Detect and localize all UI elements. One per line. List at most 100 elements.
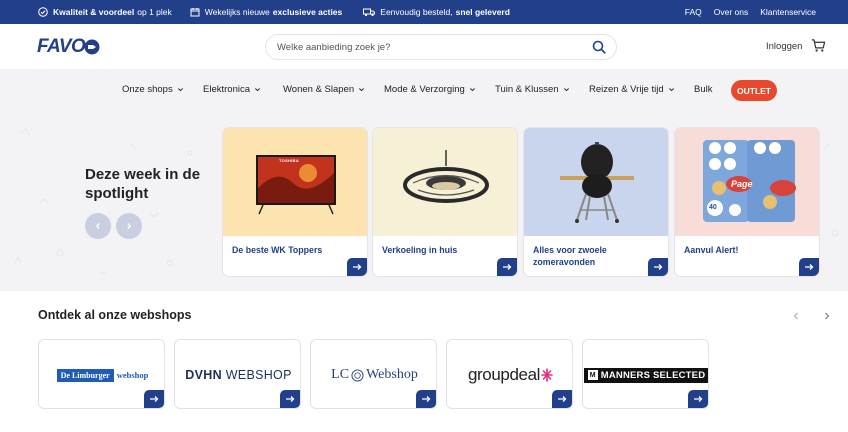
arrow-right-icon <box>353 264 362 270</box>
page-count-text: 40 <box>709 204 717 211</box>
header: FAVO Inloggen <box>0 24 848 69</box>
logo-part: Webshop <box>366 367 418 382</box>
spotlight-prev-button[interactable] <box>85 213 111 239</box>
logo-tag-icon <box>84 39 100 55</box>
nav-item-label: Wonen & Slapen <box>283 84 355 95</box>
nav-item-wonen-slapen[interactable]: Wonen & Slapen <box>283 84 365 95</box>
check-circle-icon <box>38 7 48 17</box>
webshop-arrow-button[interactable] <box>280 390 300 408</box>
chevron-down-icon <box>359 88 365 92</box>
logo-part: MANNERS SELECTED <box>600 369 706 381</box>
favo-logo[interactable]: FAVO <box>37 36 100 57</box>
nav-item-label: Reizen & Vrije tijd <box>589 84 664 95</box>
usp-quality-bold: Kwaliteit & voordeel <box>53 7 135 17</box>
seal-icon <box>351 368 364 382</box>
chevron-down-icon <box>254 88 261 92</box>
page-brand-text: Page <box>731 179 753 189</box>
spotlight-card-zomeravonden[interactable]: Alles voor zwoele zomeravonden <box>523 127 669 277</box>
faq-link[interactable]: FAQ <box>685 7 702 17</box>
nav-item-mode-verzorging[interactable]: Mode & Verzorging <box>384 84 476 95</box>
logo-part: De Limburger <box>56 368 114 382</box>
nav-item-bulk[interactable]: Bulk <box>694 84 712 95</box>
logo-part: LC <box>331 367 350 382</box>
search-bar <box>265 34 617 60</box>
arrow-right-icon <box>286 396 295 402</box>
webshop-arrow-button[interactable] <box>416 390 436 408</box>
webshop-arrow-button[interactable] <box>552 390 572 408</box>
cart-icon[interactable] <box>811 38 826 53</box>
manners-selected-logo: M MANNERS SELECTED <box>583 367 708 383</box>
card-arrow-button[interactable] <box>799 258 819 276</box>
groupdeal-logo: groupdeal <box>468 365 553 385</box>
webshop-arrow-button[interactable] <box>144 390 164 408</box>
over-ons-link[interactable]: Over ons <box>714 7 749 17</box>
nav-item-label: Elektronica <box>203 84 250 95</box>
usp-quality: Kwaliteit & voordeel op 1 plek <box>38 7 172 17</box>
outlet-button[interactable]: OUTLET <box>731 80 777 101</box>
webshop-card-groupdeal[interactable]: groupdeal <box>446 339 573 409</box>
webshops-next-chevron-icon[interactable] <box>822 311 832 321</box>
nav-item-reizen-vrije-tijd[interactable]: Reizen & Vrije tijd <box>589 84 675 95</box>
webshop-card-lc[interactable]: LC Webshop <box>310 339 437 409</box>
usp-weekly-bold: exclusieve acties <box>272 7 343 17</box>
nav-item-tuin-klussen[interactable]: Tuin & Klussen <box>495 84 570 95</box>
card-image: TOSHIBA <box>223 128 367 236</box>
nav-item-label: Mode & Verzorging <box>384 84 465 95</box>
nav-item-elektronica[interactable]: Elektronica <box>203 84 261 95</box>
chevron-down-icon <box>563 88 569 92</box>
card-label: Verkoeling in huis <box>382 245 458 255</box>
usp-weekly-text: Wekelijks nieuwe <box>204 7 270 17</box>
card-arrow-button[interactable] <box>648 258 668 276</box>
chevron-right-icon <box>127 223 132 229</box>
arrow-right-icon <box>805 264 814 270</box>
usp-delivery-text: Eenvoudig besteld, <box>380 7 453 17</box>
search-icon[interactable] <box>592 40 606 54</box>
usp-quality-text: op 1 plek <box>137 7 172 17</box>
spotlight-card-verkoeling[interactable]: Verkoeling in huis <box>372 127 518 277</box>
calendar-icon <box>190 7 200 17</box>
card-arrow-button[interactable] <box>347 258 367 276</box>
arrow-right-icon <box>654 264 663 270</box>
webshops-prev-chevron-icon[interactable] <box>791 311 801 321</box>
card-image: Page 40 <box>675 128 819 236</box>
card-arrow-button[interactable] <box>497 258 517 276</box>
truck-icon <box>363 7 376 17</box>
chevron-left-icon <box>95 223 100 229</box>
spotlight-card-aanvul-alert[interactable]: Page 40 Aanvul Alert! <box>674 127 820 277</box>
spotlight-section: Deze week in de spotlight TOSHIBA De bes… <box>0 113 848 291</box>
webshop-card-de-limburger[interactable]: De Limburger webshop <box>38 339 165 409</box>
card-label: Alles voor zwoele zomeravonden <box>533 245 607 267</box>
spotlight-card-wk-toppers[interactable]: TOSHIBA De beste WK Toppers <box>222 127 368 277</box>
logo-part: webshop <box>116 370 149 380</box>
nav-item-label: Onze shops <box>122 84 173 95</box>
webshop-card-manners-selected[interactable]: M MANNERS SELECTED <box>582 339 709 409</box>
logo-text: FAVO <box>37 36 86 57</box>
login-link[interactable]: Inloggen <box>766 41 802 52</box>
logo-part: DVHN <box>185 368 222 382</box>
sparkle-icon <box>541 368 553 382</box>
webshop-card-dvhn[interactable]: DVHN WEBSHOP <box>174 339 301 409</box>
card-label: De beste WK Toppers <box>232 245 323 255</box>
arrow-right-icon <box>503 264 512 270</box>
nav-item-label: Tuin & Klussen <box>495 84 559 95</box>
tv-image <box>256 155 336 215</box>
top-links: FAQ Over ons Klantenservice <box>673 0 816 24</box>
search-input[interactable] <box>277 41 577 53</box>
webshop-arrow-button[interactable] <box>688 390 708 408</box>
spotlight-title: Deze week in de spotlight <box>85 166 201 202</box>
klantenservice-link[interactable]: Klantenservice <box>760 7 816 17</box>
arrow-right-icon <box>694 396 703 402</box>
usp-delivery-bold: snel geleverd <box>455 7 510 17</box>
top-utility-bar: Kwaliteit & voordeel op 1 plek Wekelijks… <box>0 0 848 24</box>
chevron-down-icon <box>469 88 475 92</box>
ceiling-fan-image <box>403 150 489 203</box>
nav-item-onze-shops[interactable]: Onze shops <box>122 84 184 95</box>
usp-delivery: Eenvoudig besteld, snel geleverd <box>363 7 513 17</box>
logo-part: M <box>587 370 598 380</box>
main-navigation: Onze shops Elektronica Wonen & Slapen Mo… <box>0 69 848 113</box>
spotlight-next-button[interactable] <box>116 213 142 239</box>
nav-item-label: Bulk <box>694 84 713 95</box>
arrow-right-icon <box>422 396 431 402</box>
chevron-down-icon <box>668 88 674 92</box>
de-limburger-logo: De Limburger webshop <box>56 368 149 382</box>
